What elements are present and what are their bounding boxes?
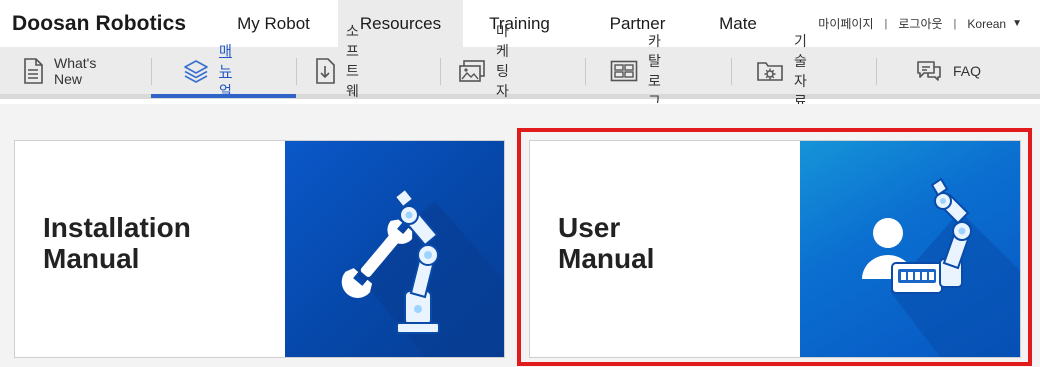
active-tab-indicator bbox=[151, 94, 296, 98]
subnav-label: FAQ bbox=[953, 62, 982, 79]
divider bbox=[731, 58, 732, 85]
download-icon bbox=[314, 57, 336, 85]
subnav-whats-new[interactable]: What's New bbox=[22, 47, 102, 94]
divider bbox=[440, 58, 441, 85]
resources-subnav: What's New 매뉴얼 소프트웨어 마케팅 자료 bbox=[0, 23, 1040, 119]
subnav-label: 카탈로그 bbox=[648, 32, 661, 109]
folder-gear-icon bbox=[756, 57, 784, 85]
language-select[interactable]: Korean ▼ bbox=[967, 17, 1022, 31]
utility-menu: 마이페이지 | 로그아웃 | Korean ▼ bbox=[818, 0, 1022, 47]
main-nav: My Robot Resources Training Partner Mate bbox=[209, 0, 777, 47]
nav-partner[interactable]: Partner bbox=[576, 0, 699, 47]
mypage-link[interactable]: 마이페이지 bbox=[818, 15, 873, 32]
card-title: Installation Manual bbox=[43, 212, 191, 274]
catalog-icon bbox=[610, 57, 638, 85]
nav-mate[interactable]: Mate bbox=[699, 0, 777, 47]
logout-link[interactable]: 로그아웃 bbox=[898, 15, 942, 32]
user-manual-card[interactable]: User Manual bbox=[529, 140, 1021, 358]
util-separator: | bbox=[884, 17, 888, 30]
card-image bbox=[285, 141, 504, 357]
card-image bbox=[800, 141, 1020, 357]
card-title: User Manual bbox=[558, 212, 655, 274]
document-icon bbox=[22, 57, 44, 85]
top-header: Doosan Robotics My Robot Resources Train… bbox=[0, 0, 1040, 47]
divider bbox=[585, 58, 586, 85]
util-separator: | bbox=[953, 17, 957, 30]
installation-manual-card[interactable]: Installation Manual bbox=[14, 140, 505, 358]
robot-arm-wrench-icon bbox=[341, 187, 504, 357]
language-label: Korean bbox=[967, 16, 1007, 31]
subnav-faq[interactable]: FAQ bbox=[915, 47, 981, 94]
images-icon bbox=[458, 57, 486, 85]
brand-logo[interactable]: Doosan Robotics bbox=[12, 0, 186, 47]
chat-icon bbox=[915, 57, 943, 85]
layers-icon bbox=[183, 57, 209, 85]
manual-list: Installation Manual User Manual bbox=[0, 104, 1040, 367]
subnav-tech-docs[interactable]: 기술자료 bbox=[756, 33, 807, 109]
subnav-marketing[interactable]: 마케팅 자료 bbox=[458, 23, 509, 119]
divider bbox=[296, 58, 297, 85]
divider bbox=[151, 58, 152, 85]
nav-training[interactable]: Training bbox=[463, 0, 576, 47]
subnav-label: 매뉴얼 bbox=[219, 42, 232, 99]
caret-down-icon: ▼ bbox=[1012, 18, 1022, 29]
subnav-software[interactable]: 소프트웨어 bbox=[314, 23, 365, 119]
divider bbox=[876, 58, 877, 85]
subnav-label: 기술자료 bbox=[794, 32, 807, 109]
subnav-manual[interactable]: 매뉴얼 bbox=[183, 43, 234, 99]
subnav-label: What's New bbox=[54, 54, 97, 87]
subnav-catalog[interactable]: 카탈로그 bbox=[610, 33, 661, 109]
robot-arm-user-icon bbox=[862, 177, 1020, 357]
